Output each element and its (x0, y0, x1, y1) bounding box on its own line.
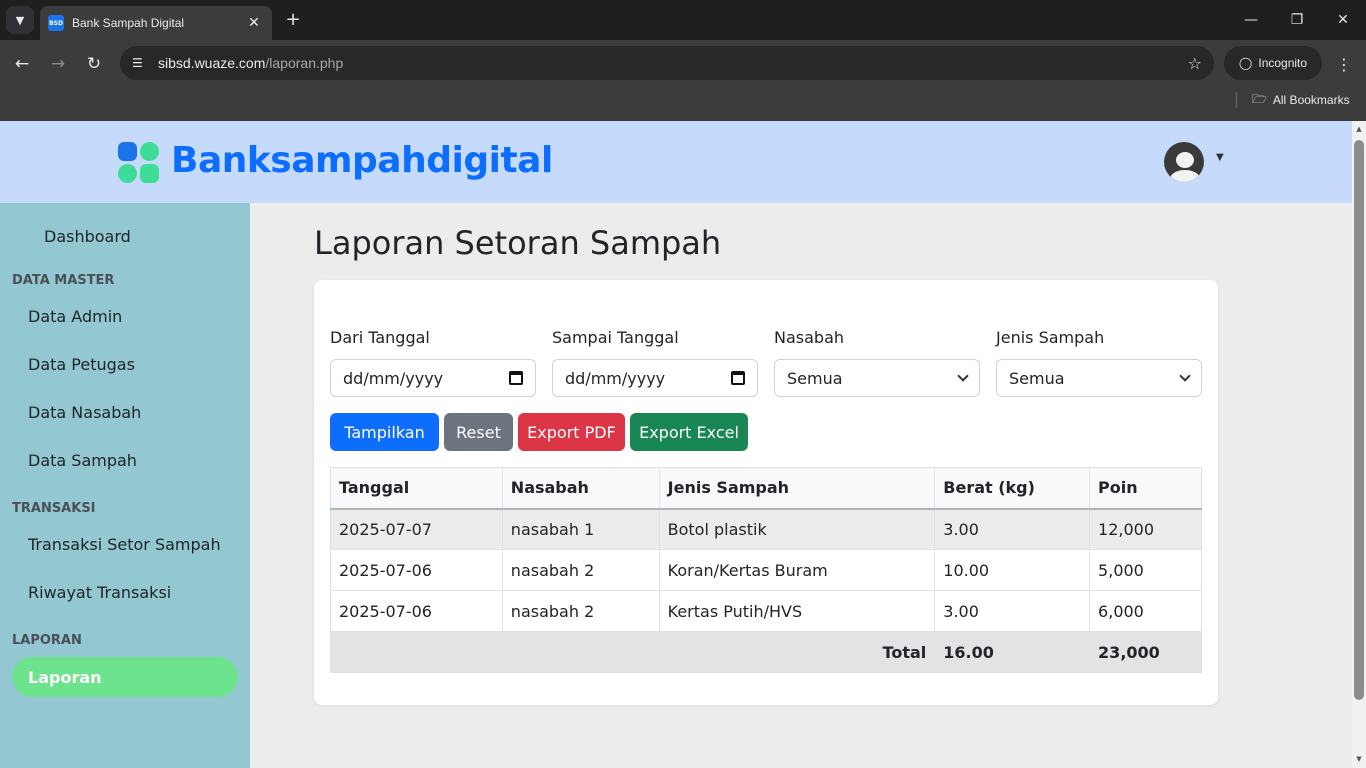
total-berat: 16.00 (934, 631, 1091, 673)
forward-icon[interactable]: → (44, 50, 72, 78)
table-cell: 2025-07-06 (330, 590, 503, 632)
scroll-up-icon[interactable]: ▲ (1352, 122, 1366, 136)
scroll-down-icon[interactable]: ▼ (1352, 752, 1366, 766)
table-cell: 3.00 (934, 508, 1091, 550)
sidebar-section-transaksi: TRANSAKSI (12, 501, 96, 516)
scrollbar-thumb[interactable] (1354, 140, 1364, 700)
tampilkan-button[interactable]: Tampilkan (330, 413, 439, 451)
close-tab-icon[interactable]: ✕ (246, 15, 262, 31)
incognito-badge[interactable]: ◯ Incognito (1224, 46, 1322, 80)
column-header: Berat (kg) (934, 467, 1091, 510)
calendar-icon[interactable] (731, 371, 745, 385)
nasabah-label: Nasabah (774, 328, 845, 347)
table-cell: 3.00 (934, 590, 1091, 632)
chevron-down-icon (1179, 370, 1191, 382)
address-bar[interactable]: ☰ sibsd.wuaze.com/laporan.php ☆ (120, 46, 1214, 80)
column-header: Tanggal (330, 467, 503, 510)
sidebar-section-data-master: DATA MASTER (12, 273, 115, 288)
bookmark-star-icon[interactable]: ☆ (1188, 54, 1202, 73)
sidebar-section-laporan: LAPORAN (12, 633, 82, 648)
calendar-icon[interactable] (509, 371, 523, 385)
folder-icon: 🗁 (1252, 91, 1267, 106)
url-text[interactable]: sibsd.wuaze.com/laporan.php (158, 55, 1188, 71)
table-cell: 2025-07-06 (330, 549, 503, 591)
sidebar-item-laporan[interactable]: Laporan (12, 657, 238, 697)
sidebar-item-riwayat-transaksi[interactable]: Riwayat Transaksi (28, 583, 171, 602)
to-date-input[interactable]: dd/mm/yyyy (552, 359, 758, 397)
bookmarks-bar (0, 86, 1366, 121)
table-cell: Botol plastik (658, 508, 936, 550)
back-icon[interactable]: ← (8, 50, 36, 78)
column-header: Nasabah (501, 467, 660, 510)
table-cell: Koran/Kertas Buram (658, 549, 936, 591)
from-date-input[interactable]: dd/mm/yyyy (330, 359, 536, 397)
table-row: 2025-07-06 nasabah 2 Koran/Kertas Buram … (330, 549, 1202, 591)
sidebar-item-data-petugas[interactable]: Data Petugas (28, 355, 135, 374)
caret-down-icon[interactable]: ▼ (1216, 152, 1224, 163)
jenis-sampah-label: Jenis Sampah (996, 328, 1105, 347)
reset-button[interactable]: Reset (444, 413, 513, 451)
to-date-label: Sampai Tanggal (552, 328, 679, 347)
browser-tab[interactable]: BSD Bank Sampah Digital ✕ (40, 6, 272, 40)
export-excel-button[interactable]: Export Excel (630, 413, 748, 451)
table-cell: 5,000 (1089, 549, 1202, 591)
sidebar-item-data-sampah[interactable]: Data Sampah (28, 451, 137, 470)
table-cell: 6,000 (1089, 590, 1202, 632)
total-label: Total (329, 631, 936, 673)
browser-menu-icon[interactable]: ⋮ (1334, 50, 1354, 78)
chevron-down-icon (957, 370, 969, 382)
incognito-icon: ◯ (1238, 56, 1253, 70)
table-cell: 12,000 (1089, 508, 1202, 550)
report-table: Tanggal Nasabah Jenis Sampah Berat (kg) … (329, 467, 1202, 673)
table-header-row: Tanggal Nasabah Jenis Sampah Berat (kg) … (330, 467, 1202, 510)
table-cell: 10.00 (934, 549, 1091, 591)
export-pdf-button[interactable]: Export PDF (518, 413, 625, 451)
table-cell: Kertas Putih/HVS (658, 590, 936, 632)
favicon-icon: BSD (48, 15, 64, 31)
table-row: 2025-07-07 nasabah 1 Botol plastik 3.00 … (330, 508, 1202, 550)
column-header: Jenis Sampah (658, 467, 936, 510)
brand-name[interactable]: Banksampahdigital (171, 140, 553, 181)
all-bookmarks-button[interactable]: 🗁 All Bookmarks (1252, 90, 1350, 110)
nasabah-select[interactable]: Semua (774, 359, 980, 397)
table-cell: nasabah 2 (501, 590, 660, 632)
table-cell: nasabah 1 (501, 508, 660, 550)
tab-search-icon[interactable]: ▼ (6, 6, 34, 34)
column-header: Poin (1089, 467, 1202, 510)
sidebar-item-data-nasabah[interactable]: Data Nasabah (28, 403, 141, 422)
close-window-icon[interactable]: ✕ (1320, 0, 1366, 40)
minimize-icon[interactable]: — (1228, 0, 1274, 40)
total-poin: 23,000 (1089, 631, 1202, 673)
brand-logo-icon (118, 142, 160, 184)
new-tab-icon[interactable]: + (282, 8, 304, 30)
table-total-row: Total 16.00 23,000 (329, 631, 1202, 673)
table-row: 2025-07-06 nasabah 2 Kertas Putih/HVS 3.… (330, 590, 1202, 632)
table-cell: nasabah 2 (501, 549, 660, 591)
user-avatar[interactable] (1164, 142, 1204, 182)
site-info-icon[interactable]: ☰ (132, 56, 158, 70)
tab-title: Bank Sampah Digital (72, 16, 185, 30)
sidebar-item-data-admin[interactable]: Data Admin (28, 307, 122, 326)
restore-icon[interactable]: ❐ (1274, 0, 1320, 40)
bookmarks-divider (1236, 92, 1237, 108)
page-title: Laporan Setoran Sampah (314, 224, 722, 262)
from-date-label: Dari Tanggal (330, 328, 430, 347)
reload-icon[interactable]: ↻ (80, 50, 108, 78)
table-cell: 2025-07-07 (330, 508, 503, 550)
sidebar-item-dashboard[interactable]: Dashboard (44, 227, 131, 246)
jenis-sampah-select[interactable]: Semua (996, 359, 1202, 397)
sidebar-item-transaksi-setor[interactable]: Transaksi Setor Sampah (28, 535, 221, 554)
